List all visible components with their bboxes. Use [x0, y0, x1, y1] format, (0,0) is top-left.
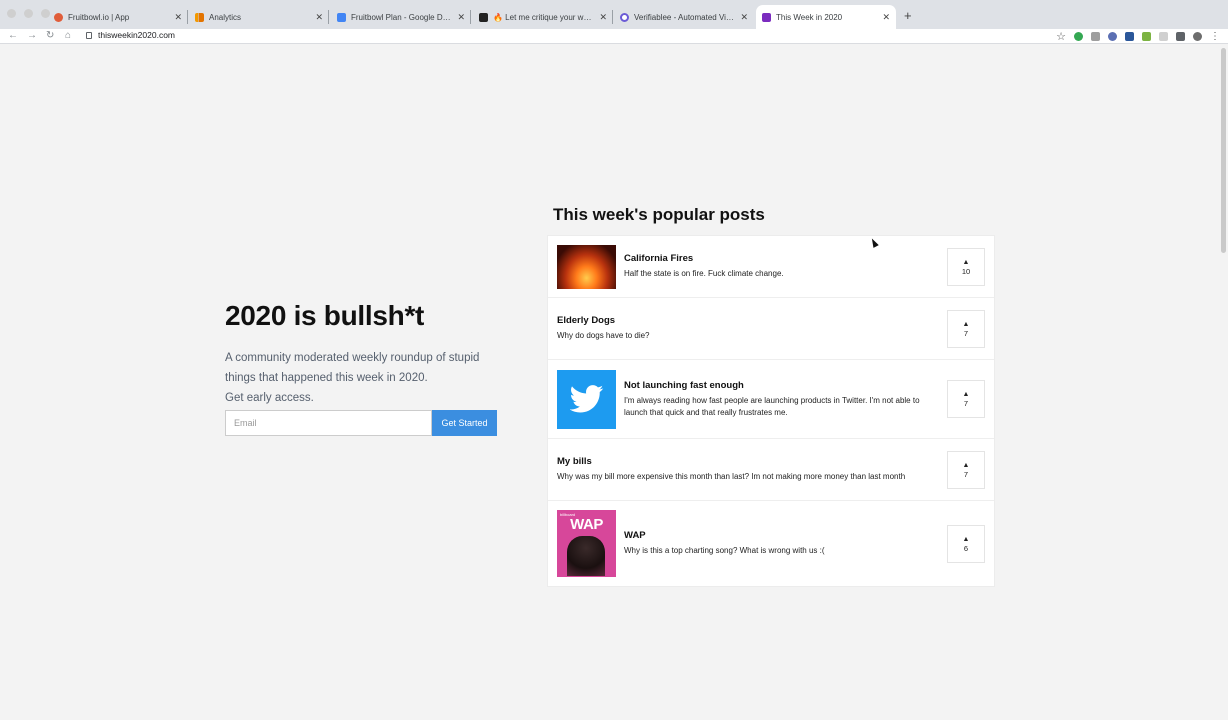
analytics-favicon-icon [195, 12, 204, 22]
tab-this-week-in-2020[interactable]: This Week in 2020 ✕ [756, 5, 896, 29]
window-controls[interactable] [7, 9, 50, 18]
page-scrollbar[interactable] [1221, 48, 1226, 253]
extension-download-icon[interactable] [1142, 32, 1151, 41]
close-tab-icon[interactable]: ✕ [315, 12, 323, 23]
fruitbowl-favicon-icon [54, 12, 63, 22]
twitter-bird-icon [569, 385, 603, 413]
browser-toolbar: ← → ↻ ⌂ thisweekin2020.com ☆ ⋮ [0, 29, 1228, 44]
tab-critique-website[interactable]: 🔥 Let me critique your website ✕ [473, 5, 613, 29]
extension-blue-icon[interactable] [1108, 32, 1117, 41]
extension-light-icon[interactable] [1159, 32, 1168, 41]
tab-title: Verifiablee - Automated Video [634, 12, 737, 22]
close-tab-icon[interactable]: ✕ [599, 12, 607, 23]
menu-kebab-icon[interactable]: ⋮ [1210, 31, 1220, 42]
hero-subtitle: A community moderated weekly roundup of … [225, 352, 480, 404]
post-title: Elderly Dogs [557, 315, 616, 326]
twitter-thumbnail [557, 369, 616, 429]
post-item[interactable]: California Fires Half the state is on fi… [548, 236, 994, 298]
upvote-arrow-icon: ▲ [962, 535, 970, 543]
hero-section: 2020 is bullsh*t A community moderated w… [225, 300, 500, 408]
upvote-button[interactable]: ▲ 7 [947, 450, 985, 489]
post-description: I'm always reading how fast people are l… [624, 395, 920, 417]
puzzle-extensions-icon[interactable] [1176, 32, 1185, 41]
upvote-button[interactable]: ▲ 10 [947, 247, 985, 286]
fire-thumbnail [557, 244, 616, 289]
tab-fruitbowl-app[interactable]: Fruitbowl.io | App ✕ [48, 5, 188, 29]
tab-title: Fruitbowl.io | App [68, 12, 130, 22]
post-title: Not launching fast enough [624, 379, 744, 391]
upvote-arrow-icon: ▲ [962, 320, 970, 328]
upvote-arrow-icon: ▲ [962, 461, 970, 469]
vote-count: 7 [963, 328, 969, 338]
email-input[interactable] [225, 410, 432, 436]
upvote-button[interactable]: ▲ 7 [947, 309, 985, 348]
reload-icon[interactable]: ↻ [46, 30, 54, 41]
vote-count: 6 [963, 543, 969, 553]
close-tab-icon[interactable]: ✕ [882, 12, 890, 23]
post-item[interactable]: My bills Why was my bill more expensive … [548, 439, 994, 501]
upvote-button[interactable]: ▲ 7 [947, 380, 985, 418]
word-extension-icon[interactable] [1125, 32, 1134, 41]
post-item[interactable]: Elderly Dogs Why do dogs have to die? ▲ … [548, 298, 994, 360]
post-description: Why is this a top charting song? What is… [624, 546, 825, 555]
verifiablee-favicon-icon [620, 12, 629, 22]
extension-green-icon[interactable] [1074, 32, 1083, 41]
back-icon[interactable]: ← [8, 30, 18, 41]
close-window-icon[interactable] [7, 9, 16, 18]
post-description: Half the state is on fire. Fuck climate … [624, 269, 784, 278]
google-docs-favicon-icon [337, 12, 346, 22]
get-started-button[interactable]: Get Started [432, 410, 497, 436]
post-title: California Fires [624, 253, 694, 264]
post-item[interactable]: Not launching fast enough I'm always rea… [548, 360, 994, 439]
tab-strip: Fruitbowl.io | App ✕ Analytics ✕ Fruitbo… [0, 0, 1228, 29]
post-title: WAP [624, 530, 646, 541]
post-title: My bills [557, 456, 592, 467]
bookmark-star-icon[interactable]: ☆ [1056, 30, 1066, 43]
profile-avatar-icon[interactable] [1193, 32, 1202, 41]
home-icon[interactable]: ⌂ [65, 30, 71, 41]
upvote-button[interactable]: ▲ 6 [947, 524, 985, 563]
close-tab-icon[interactable]: ✕ [174, 12, 182, 23]
upvote-arrow-icon: ▲ [962, 391, 970, 398]
url-text: thisweekin2020.com [98, 30, 176, 40]
post-description: Why do dogs have to die? [557, 331, 650, 340]
site-favicon-icon [762, 12, 771, 22]
vote-count: 7 [963, 399, 969, 408]
vote-count: 10 [961, 266, 971, 276]
extension-gray-icon[interactable] [1091, 32, 1100, 41]
vote-count: 7 [963, 469, 969, 479]
tab-verifiablee[interactable]: Verifiablee - Automated Video ✕ [614, 5, 754, 29]
tab-analytics[interactable]: Analytics ✕ [189, 5, 329, 29]
hero-title: 2020 is bullsh*t [225, 300, 425, 331]
popular-posts-heading: This week's popular posts [553, 205, 765, 224]
tab-title: Analytics [209, 12, 242, 22]
tab-title: This Week in 2020 [776, 12, 843, 22]
wap-thumbnail: billboard WAP [557, 510, 616, 577]
upvote-arrow-icon: ▲ [962, 258, 970, 266]
forward-icon[interactable]: → [27, 30, 37, 41]
post-item[interactable]: billboard WAP WAP Why is this a top char… [548, 501, 994, 586]
tab-title: 🔥 Let me critique your website [493, 12, 596, 22]
ih-favicon-icon [479, 12, 488, 22]
lock-icon [86, 31, 92, 39]
tab-title: Fruitbowl Plan - Google Docs [351, 12, 454, 22]
minimize-window-icon[interactable] [24, 9, 33, 18]
close-tab-icon[interactable]: ✕ [457, 12, 465, 23]
new-tab-icon[interactable]: + [904, 8, 912, 23]
extensions-bar: ☆ ⋮ [1056, 30, 1220, 43]
popular-posts-list: California Fires Half the state is on fi… [547, 235, 995, 587]
close-tab-icon[interactable]: ✕ [740, 12, 748, 23]
address-bar[interactable]: thisweekin2020.com [86, 30, 175, 40]
signup-form: Get Started [225, 410, 497, 436]
post-description: Why was my bill more expensive this mont… [557, 472, 906, 481]
tab-google-docs[interactable]: Fruitbowl Plan - Google Docs ✕ [331, 5, 471, 29]
